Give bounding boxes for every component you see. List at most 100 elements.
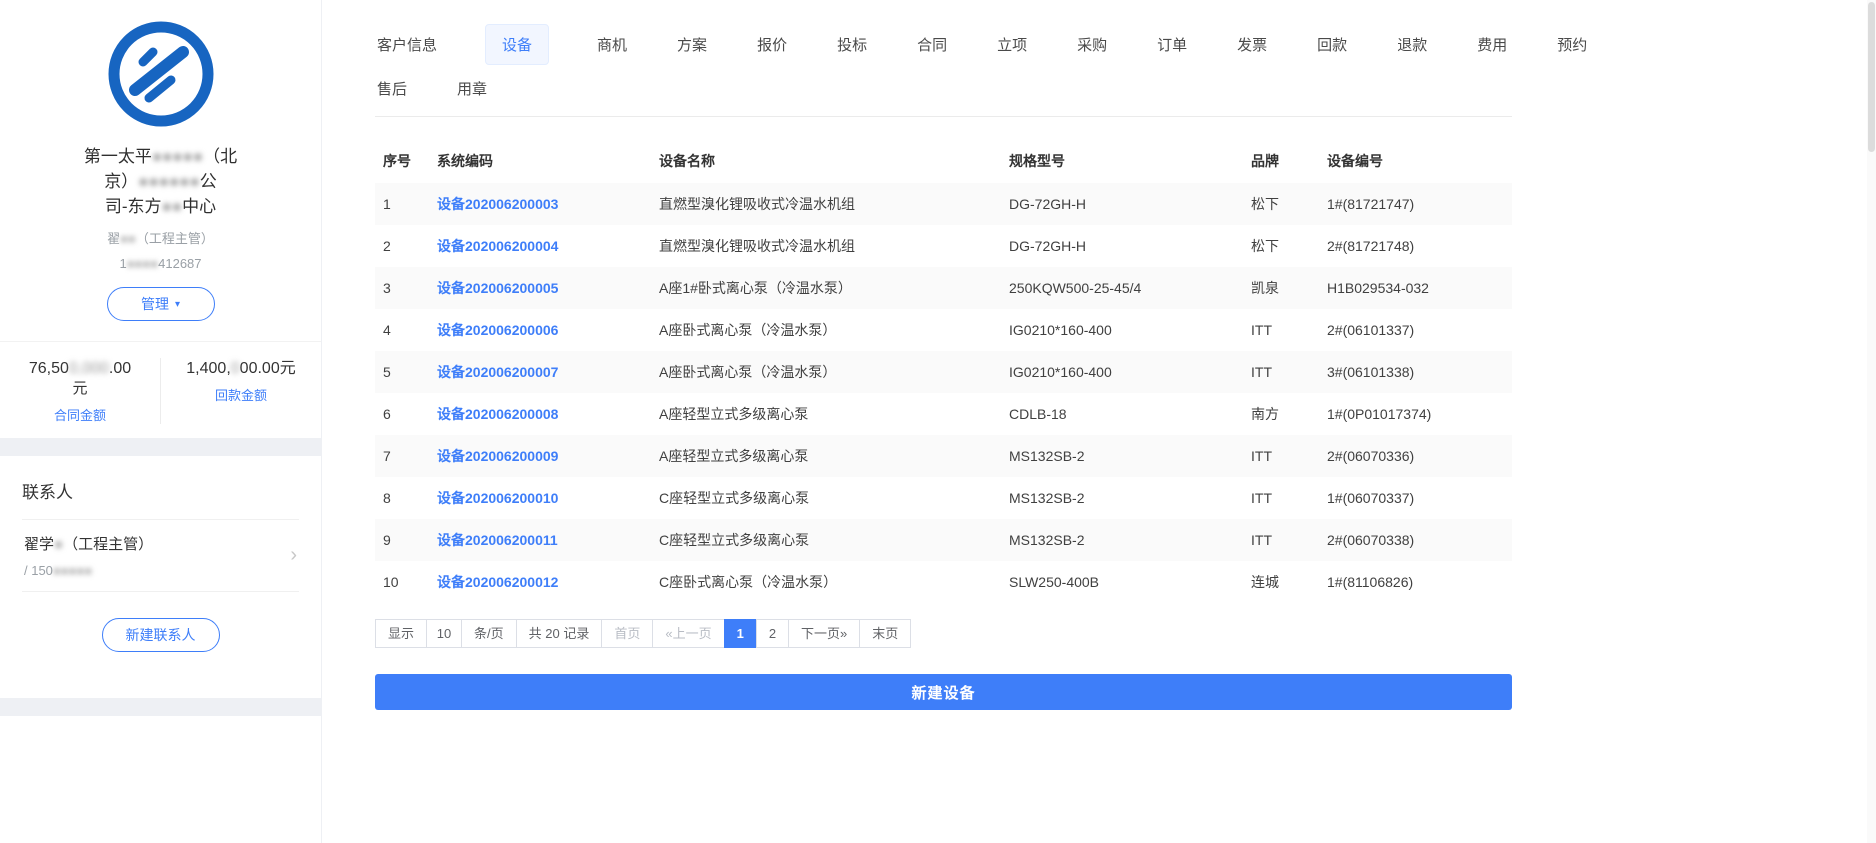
tab-expense[interactable]: 费用 [1475,25,1509,64]
table-row: 7 设备202006200009 A座轻型立式多级离心泵 MS132SB-2 I… [375,435,1512,477]
cell-device-number: 2#(06070336) [1327,448,1415,464]
cell-model: CDLB-18 [1009,406,1067,422]
tab-customer-info[interactable]: 客户信息 [375,25,439,64]
tab-device[interactable]: 设备 [485,24,550,65]
tab-plan[interactable]: 方案 [675,25,709,64]
cell-model: IG0210*160-400 [1009,322,1112,338]
cell-brand: ITT [1251,364,1272,380]
device-code-link[interactable]: 设备202006200010 [437,490,558,506]
chevron-right-icon: › [290,544,297,566]
contract-amount-link[interactable]: 合同金额 [0,405,160,424]
table-header-row: 序号 系统编码 设备名称 规格型号 品牌 设备编号 [375,139,1512,183]
device-code-link[interactable]: 设备202006200012 [437,574,558,590]
next-page-button[interactable]: 下一页» [788,619,861,648]
cell-index: 9 [383,532,391,548]
contact-name: 翟学●（工程主管） [24,536,154,553]
cell-brand: ITT [1251,448,1272,464]
payment-amount-link[interactable]: 回款金额 [161,385,321,404]
device-code-link[interactable]: 设备202006200009 [437,448,558,464]
device-code-link[interactable]: 设备202006200004 [437,238,558,254]
page-button-2[interactable]: 2 [755,619,790,648]
tab-aftersales[interactable]: 售后 [375,69,409,108]
cell-brand: 连城 [1251,574,1279,590]
cell-brand: ITT [1251,490,1272,506]
tabs-divider [375,116,1512,117]
cell-device-name: C座卧式离心泵（冷温水泵） [659,574,838,590]
tab-appointment[interactable]: 预约 [1555,25,1589,64]
cell-model: 250KQW500-25-45/4 [1009,280,1142,296]
contacts-title: 联系人 [22,483,73,502]
cell-device-name: A座卧式离心泵（冷温水泵） [659,322,837,338]
contact-list-item[interactable]: 翟学●（工程主管） / 150●●●●● › [22,519,299,592]
primary-contact-phone: 1●●●●412687 [119,256,202,271]
tab-refund[interactable]: 退款 [1395,25,1429,64]
customer-stats: 76,500,000.00 元 合同金额 1,400,000.00元 回款金额 [0,341,321,424]
tab-project[interactable]: 立项 [995,25,1029,64]
page-size-input[interactable] [426,619,463,648]
cell-index: 1 [383,196,391,212]
tab-invoice[interactable]: 发票 [1235,25,1269,64]
customer-profile-card: 第一太平●●●●●（北 京）●●●●●●公 司-东方●●中心 翟●●（工程主管）… [0,0,321,438]
tab-payment[interactable]: 回款 [1315,25,1349,64]
page-button-1[interactable]: 1 [723,619,757,648]
manage-button[interactable]: 管理 ▾ [106,287,215,321]
header-model: 规格型号 [1009,153,1065,169]
company-logo [105,18,217,130]
cell-index: 2 [383,238,391,254]
scrollbar-track [1867,0,1876,843]
tab-bid[interactable]: 投标 [835,25,869,64]
cell-brand: ITT [1251,322,1272,338]
contract-amount-value: 76,500,000.00 [28,360,132,377]
contact-phone: / 150●●●●● [24,563,93,578]
pagination-bar: 显示 条/页 共 20 记录 首页 «上一页 1 2 下一页» 末页 [375,619,1876,648]
cell-model: SLW250-400B [1009,574,1100,590]
tab-quote[interactable]: 报价 [755,25,789,64]
tab-seal[interactable]: 用章 [455,69,489,108]
tab-order[interactable]: 订单 [1155,25,1189,64]
contacts-card: 联系人 翟学●（工程主管） / 150●●●●● › 新建联系人 [0,456,321,698]
tab-bar-row2: 售后 用章 [375,69,1876,108]
device-code-link[interactable]: 设备202006200011 [437,532,558,548]
payment-amount-value: 1,400,000.00元 [186,360,296,377]
device-code-link[interactable]: 设备202006200005 [437,280,558,296]
new-contact-button[interactable]: 新建联系人 [101,618,220,652]
device-code-link[interactable]: 设备202006200008 [437,406,558,422]
table-row: 1 设备202006200003 直燃型溴化锂吸收式冷温水机组 DG-72GH-… [375,183,1512,225]
header-brand: 品牌 [1251,153,1279,169]
customer-name: 第一太平●●●●●（北 京）●●●●●●公 司-东方●●中心 [83,147,238,216]
new-device-button[interactable]: 新建设备 [375,674,1512,710]
cell-device-name: C座轻型立式多级离心泵 [659,490,810,506]
cell-model: IG0210*160-400 [1009,364,1112,380]
cell-device-number: 2#(81721748) [1327,238,1415,254]
table-row: 10 设备202006200012 C座卧式离心泵（冷温水泵） SLW250-4… [375,561,1512,603]
cell-device-name: A座1#卧式离心泵（冷温水泵） [659,280,852,296]
cell-index: 6 [383,406,391,422]
cell-device-number: 2#(06101337) [1327,322,1415,338]
cell-device-number: H1B029534-032 [1327,280,1429,296]
cell-brand: 凯泉 [1251,280,1279,296]
table-row: 8 设备202006200010 C座轻型立式多级离心泵 MS132SB-2 I… [375,477,1512,519]
cell-device-number: 2#(06070338) [1327,532,1415,548]
contract-amount-stat: 76,500,000.00 元 合同金额 [0,358,161,424]
device-code-link[interactable]: 设备202006200003 [437,196,558,212]
contract-amount-unit: 元 [72,380,88,397]
table-row: 3 设备202006200005 A座1#卧式离心泵（冷温水泵） 250KQW5… [375,267,1512,309]
cell-index: 4 [383,322,391,338]
device-code-link[interactable]: 设备202006200007 [437,364,558,380]
cell-index: 8 [383,490,391,506]
cell-device-number: 3#(06101338) [1327,364,1415,380]
cell-brand: 南方 [1251,406,1279,422]
first-page-button[interactable]: 首页 [601,619,654,648]
table-row: 5 设备202006200007 A座卧式离心泵（冷温水泵） IG0210*16… [375,351,1512,393]
tab-purchase[interactable]: 采购 [1075,25,1109,64]
scrollbar-thumb[interactable] [1868,2,1875,152]
tab-contract[interactable]: 合同 [915,25,949,64]
prev-page-button[interactable]: «上一页 [652,619,725,648]
tab-opportunity[interactable]: 商机 [595,25,629,64]
cell-model: MS132SB-2 [1009,448,1085,464]
cell-device-number: 1#(0P01017374) [1327,406,1432,422]
primary-contact: 翟●●（工程主管） [107,231,214,246]
last-page-button[interactable]: 末页 [859,619,912,648]
device-code-link[interactable]: 设备202006200006 [437,322,558,338]
table-row: 4 设备202006200006 A座卧式离心泵（冷温水泵） IG0210*16… [375,309,1512,351]
